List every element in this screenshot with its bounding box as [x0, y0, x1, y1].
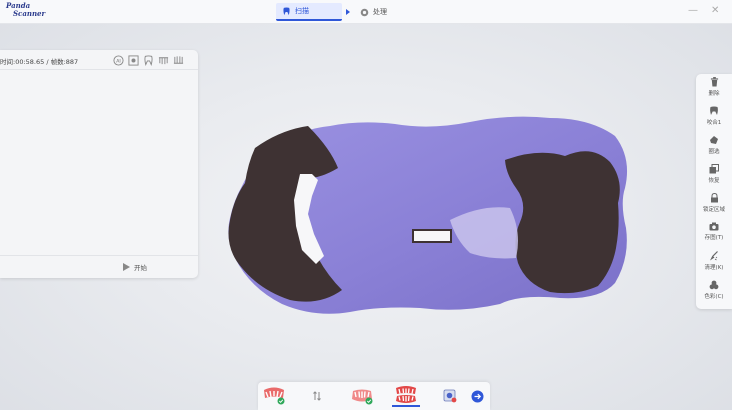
lower-jaw-button[interactable] — [348, 385, 376, 407]
upper-jaw-icon — [264, 387, 285, 405]
model-hole-center — [412, 229, 452, 243]
upper-jaw-icon[interactable] — [157, 54, 169, 66]
close-icon[interactable]: ✕ — [711, 5, 719, 16]
step-process[interactable]: 处理 — [354, 3, 395, 21]
toolbar-label-lasso: 圈选 — [708, 149, 720, 155]
toolbar-label-lock-area: 锁定区域 — [702, 207, 725, 213]
step-scan-label: 扫描 — [295, 7, 309, 15]
ai-icon[interactable]: AI — [112, 54, 124, 66]
toolbar-label-save-image: 存图(T) — [704, 235, 724, 241]
workflow-stepper: 扫描 处理 — [276, 3, 395, 21]
preview-button[interactable] — [440, 385, 460, 407]
scan-model-viewport[interactable] — [220, 108, 640, 318]
camera-icon — [709, 222, 719, 231]
step-scan[interactable]: 扫描 — [276, 3, 342, 21]
toolbar-label-color: 色彩(C) — [704, 294, 724, 300]
play-icon — [123, 263, 130, 271]
app-logo: Panda Scanner — [6, 2, 54, 22]
tooth-icon[interactable] — [142, 54, 154, 66]
swap-icon — [313, 391, 321, 401]
minimize-icon[interactable]: — — [688, 5, 698, 16]
lasso-icon — [710, 136, 718, 144]
scan-panel-icons: AI — [112, 54, 184, 66]
color-icon — [709, 280, 719, 290]
preview-icon — [443, 389, 457, 403]
svg-text:AI: AI — [116, 58, 120, 64]
bite-jaw-icon — [396, 386, 416, 403]
step-arrow-icon — [346, 9, 350, 15]
start-button[interactable]: 开始 — [123, 262, 147, 272]
toolbar-restore[interactable]: 恢复 — [696, 162, 732, 191]
bite-icon — [710, 106, 718, 115]
scan-info-text: 时间:00:58.65 / 帧数:887 — [0, 58, 79, 66]
toolbar-label-delete: 删除 — [708, 91, 720, 97]
scan-panel-header: 时间:00:58.65 / 帧数:887 AI — [0, 50, 198, 70]
logo-line2: Scanner — [13, 9, 46, 18]
tooth-icon — [283, 6, 290, 15]
trash-icon — [710, 77, 718, 87]
toolbar-label-bite: 咬合1 — [706, 120, 722, 126]
toolbar-color[interactable]: 色彩(C) — [696, 278, 732, 307]
focus-icon[interactable] — [127, 54, 139, 66]
edit-toolbar: 删除 咬合1 圈选 恢复 锁定区域 存图(T) 清理(K) 色彩(C) — [696, 74, 732, 309]
toolbar-bite[interactable]: 咬合1 — [696, 104, 732, 133]
step-process-label: 处理 — [373, 8, 387, 16]
upper-jaw-button[interactable] — [260, 385, 288, 407]
jaw-selector-bar — [258, 382, 490, 410]
lower-jaw-icon — [352, 389, 373, 405]
gear-icon — [360, 8, 369, 16]
toolbar-delete[interactable]: 删除 — [696, 75, 732, 104]
next-button[interactable] — [468, 385, 486, 407]
toolbar-clean[interactable]: 清理(K) — [696, 249, 732, 278]
toolbar-lasso[interactable]: 圈选 — [696, 133, 732, 162]
next-icon — [471, 390, 483, 402]
scan-panel: 时间:00:58.65 / 帧数:887 AI 开始 — [0, 50, 198, 278]
toolbar-save-image[interactable]: 存图(T) — [696, 220, 732, 249]
title-bar: Panda Scanner 扫描 处理 — ✕ — [0, 0, 732, 24]
toolbar-lock-area[interactable]: 锁定区域 — [696, 191, 732, 220]
start-button-label: 开始 — [134, 264, 147, 272]
swap-jaw-button[interactable] — [308, 385, 326, 407]
bite-jaw-button[interactable] — [392, 385, 420, 407]
toolbar-label-restore: 恢复 — [708, 178, 720, 184]
scan-panel-footer: 开始 — [0, 255, 198, 278]
lower-jaw-icon[interactable] — [172, 54, 184, 66]
lock-icon — [710, 193, 718, 203]
clean-icon — [710, 251, 718, 261]
toolbar-label-clean: 清理(K) — [704, 265, 724, 271]
restore-icon — [709, 164, 719, 174]
